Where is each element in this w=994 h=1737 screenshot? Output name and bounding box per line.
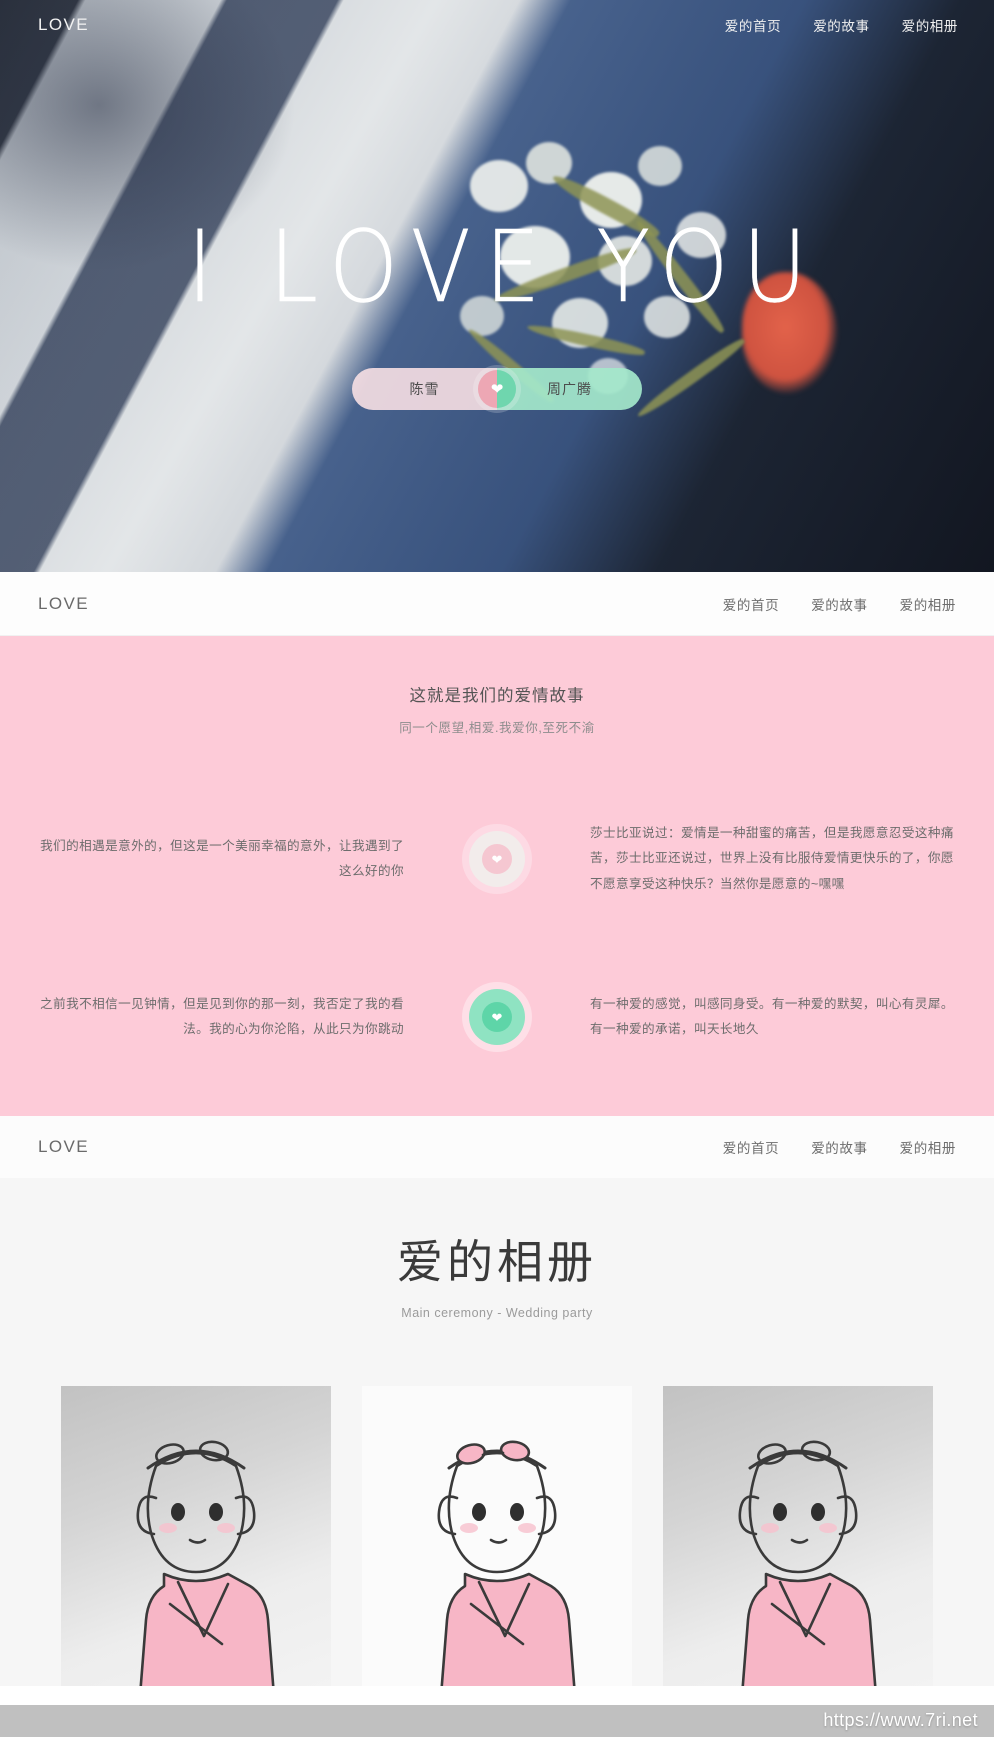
groom-name: 周广腾 — [497, 368, 642, 410]
girl-illustration-icon — [738, 1440, 877, 1686]
album-grid — [0, 1386, 994, 1686]
story-heading: 这就是我们的爱情故事 — [409, 687, 585, 705]
heart-glyph: ❤ — [491, 1009, 503, 1025]
story-timeline: 我们的相遇是意外的，但这是一个美丽幸福的意外，让我遇到了这么好的你 ❤ 莎士比亚… — [0, 794, 994, 1082]
secondary-nav-links: 爱的首页 爱的故事 爱的相册 — [723, 594, 956, 614]
heart-icon: ❤ — [478, 370, 516, 408]
hero-navbar: LOVE 爱的首页 爱的故事 爱的相册 — [0, 0, 994, 50]
heart-glyph: ❤ — [491, 851, 503, 867]
story-text-right: 有一种爱的感觉，叫感同身受。有一种爱的默契，叫心有灵犀。有一种爱的承诺，叫天长地… — [590, 996, 954, 1036]
secondary-navbar: LOVE 爱的首页 爱的故事 爱的相册 — [0, 572, 994, 636]
love-story-section: 这就是我们的爱情故事 同一个愿望,相爱.我爱你,至死不渝 我们的相遇是意外的，但… — [0, 636, 994, 1116]
album-logo[interactable]: LOVE — [38, 1137, 89, 1157]
couple-name-badge: 陈雪 周广腾 ❤ — [352, 368, 642, 410]
story-text-right: 莎士比亚说过：爱情是一种甜蜜的痛苦，但是我愿意忍受这种痛苦，莎士比亚还说过，世界… — [590, 826, 954, 891]
album-nav-links: 爱的首页 爱的故事 爱的相册 — [723, 1137, 956, 1157]
story-row: 我们的相遇是意外的，但这是一个美丽幸福的意外，让我遇到了这么好的你 ❤ 莎士比亚… — [0, 794, 994, 924]
album-navbar: LOVE 爱的首页 爱的故事 爱的相册 — [0, 1116, 994, 1178]
album-section: 爱的相册 Main ceremony - Wedding party — [0, 1178, 994, 1686]
bride-name: 陈雪 — [352, 368, 497, 410]
album-nav-album[interactable]: 爱的相册 — [900, 1137, 956, 1157]
hero-content: I LOVE YOU 陈雪 周广腾 ❤ — [0, 50, 994, 410]
album-photo-1[interactable] — [61, 1386, 331, 1686]
story-row: 之前我不相信一见钟情，但是见到你的那一刻，我否定了我的看法。我的心为你沦陷，从此… — [0, 952, 994, 1082]
page-root: LOVE 爱的首页 爱的故事 爱的相册 I LOVE YOU 陈雪 周广腾 ❤ … — [0, 0, 994, 1737]
album-heading: 爱的相册 — [397, 1236, 597, 1288]
story-node-wrap: ❤ — [404, 831, 590, 887]
album-subheading: Main ceremony - Wedding party — [401, 1306, 593, 1320]
album-nav-story[interactable]: 爱的故事 — [811, 1137, 867, 1157]
album-photo-3[interactable] — [663, 1386, 933, 1686]
album-photo-2[interactable] — [362, 1386, 632, 1686]
hero-logo[interactable]: LOVE — [38, 15, 89, 35]
hero-nav-album[interactable]: 爱的相册 — [902, 15, 958, 35]
hero-section: LOVE 爱的首页 爱的故事 爱的相册 I LOVE YOU 陈雪 周广腾 ❤ — [0, 0, 994, 572]
story-node-wrap: ❤ — [404, 989, 590, 1045]
hero-nav-links: 爱的首页 爱的故事 爱的相册 — [725, 15, 958, 35]
girl-illustration-icon — [437, 1440, 576, 1686]
story-text-left: 之前我不相信一见钟情，但是见到你的那一刻，我否定了我的看法。我的心为你沦陷，从此… — [40, 996, 404, 1036]
watermark: https://www.7ri.net — [823, 1710, 978, 1730]
heart-icon: ❤ — [469, 831, 525, 887]
girl-illustration-icon — [136, 1440, 275, 1686]
secondary-logo[interactable]: LOVE — [38, 594, 89, 614]
hero-nav-story[interactable]: 爱的故事 — [813, 15, 869, 35]
secondary-nav-story[interactable]: 爱的故事 — [811, 594, 867, 614]
story-subheading: 同一个愿望,相爱.我爱你,至死不渝 — [399, 721, 595, 735]
secondary-nav-home[interactable]: 爱的首页 — [723, 594, 779, 614]
album-nav-home[interactable]: 爱的首页 — [723, 1137, 779, 1157]
secondary-nav-album[interactable]: 爱的相册 — [900, 594, 956, 614]
hero-nav-home[interactable]: 爱的首页 — [725, 15, 781, 35]
heart-icon: ❤ — [469, 989, 525, 1045]
heart-glyph: ❤ — [490, 380, 504, 398]
hero-title: I LOVE YOU — [187, 209, 821, 325]
story-text-left: 我们的相遇是意外的，但这是一个美丽幸福的意外，让我遇到了这么好的你 — [40, 838, 404, 878]
